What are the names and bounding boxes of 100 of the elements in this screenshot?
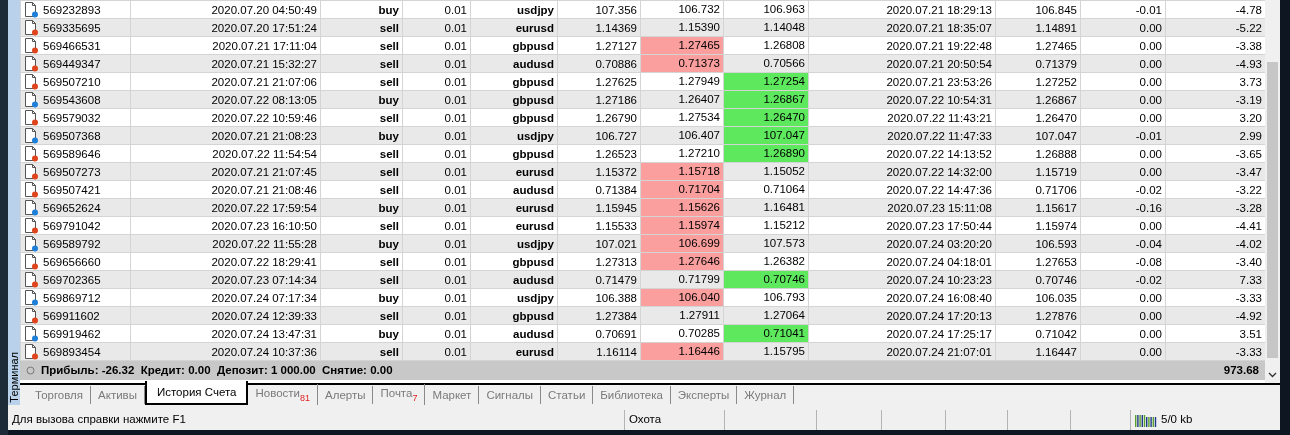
- close-time: 2020.07.24 16:08:40: [808, 288, 996, 307]
- stop-loss: 0.71799: [677, 272, 721, 287]
- panel-tab[interactable]: Алерты: [318, 386, 374, 404]
- stop-loss: 1.15390: [677, 20, 721, 35]
- open-time: 2020.07.22 10:59:46: [130, 108, 321, 127]
- panel-tab[interactable]: Торговля: [28, 386, 92, 404]
- scroll-down-icon[interactable]: [1268, 372, 1277, 378]
- order-type: buy: [320, 324, 403, 343]
- open-price: 1.26790: [557, 108, 641, 127]
- open-price: 1.27127: [557, 36, 641, 55]
- stop-loss: 106.407: [677, 128, 721, 143]
- swap-value: 0.00: [1080, 288, 1166, 307]
- take-profit: 1.26470: [724, 109, 808, 126]
- lot-size: 0.01: [402, 180, 471, 199]
- open-price: 107.356: [557, 0, 641, 19]
- open-price: 1.26523: [557, 144, 641, 163]
- panel-tab[interactable]: Маркет: [425, 386, 480, 404]
- ticket-number: 569589646: [43, 146, 101, 162]
- connection-bars-icon: [1135, 413, 1157, 427]
- symbol-name: gbpusd: [470, 36, 558, 55]
- swap-value: -0.08: [1080, 252, 1166, 271]
- stop-loss: 106.040: [641, 289, 723, 306]
- stop-loss: 1.15718: [641, 163, 723, 180]
- ticket-number: 569507421: [43, 182, 101, 198]
- close-time: 2020.07.22 14:47:36: [808, 180, 996, 199]
- open-time: 2020.07.23 16:10:50: [130, 216, 321, 235]
- ticket-number: 569702365: [43, 272, 101, 288]
- take-profit: 107.573: [762, 236, 806, 251]
- symbol-name: gbpusd: [470, 252, 558, 271]
- stop-loss: 106.699: [641, 235, 723, 252]
- help-hint: Для вызова справки нажмите F1: [12, 412, 186, 428]
- panel-tab[interactable]: Библиотека: [593, 386, 671, 404]
- take-profit: 0.70746: [724, 271, 808, 288]
- close-price: 1.26888: [995, 144, 1081, 163]
- ticket-number: 569466531: [43, 38, 101, 54]
- lot-size: 0.01: [402, 144, 471, 163]
- ticket-number: 569791042: [43, 218, 101, 234]
- close-time: 2020.07.22 11:43:21: [808, 108, 996, 127]
- ticket-number: 569893454: [43, 344, 101, 360]
- order-type: sell: [320, 36, 403, 55]
- lot-size: 0.01: [402, 0, 471, 19]
- open-price: 0.71384: [557, 180, 641, 199]
- take-profit: 1.16481: [762, 200, 806, 215]
- close-price: 1.26470: [995, 108, 1081, 127]
- profile-name: Охота: [629, 412, 662, 428]
- order-type: sell: [320, 108, 403, 127]
- stop-loss: 0.70285: [677, 326, 721, 341]
- stop-loss: 1.27534: [677, 110, 721, 125]
- profit-value: -4.78: [1165, 0, 1265, 19]
- take-profit: 1.26382: [762, 254, 806, 269]
- traffic-counter: 5/0 kb: [1161, 412, 1193, 428]
- panel-tab[interactable]: Эксперты: [670, 386, 738, 404]
- open-time: 2020.07.24 13:47:31: [130, 324, 321, 343]
- ticket-number: 569507273: [43, 164, 101, 180]
- close-price: 106.845: [995, 0, 1081, 19]
- lot-size: 0.01: [402, 252, 471, 271]
- close-price: 1.15974: [995, 216, 1081, 235]
- panel-side-tab[interactable]: Терминал: [8, 352, 20, 403]
- ticket-number: 569652624: [43, 200, 101, 216]
- scroll-thumb[interactable]: [1267, 62, 1278, 358]
- stop-loss: 0.71373: [641, 55, 723, 72]
- take-profit: 106.793: [762, 290, 806, 305]
- swap-value: 0.00: [1080, 144, 1166, 163]
- lot-size: 0.01: [402, 216, 471, 235]
- symbol-name: gbpusd: [470, 72, 558, 91]
- order-type: sell: [320, 252, 403, 271]
- panel-tab[interactable]: Журнал: [737, 386, 795, 404]
- ticket-number: 569232893: [43, 2, 101, 18]
- lot-size: 0.01: [402, 72, 471, 91]
- panel-tab[interactable]: История Счета: [144, 381, 249, 405]
- take-profit: 1.26808: [762, 38, 806, 53]
- stop-loss: 1.15626: [641, 199, 723, 216]
- stop-loss: 1.27465: [641, 37, 723, 54]
- symbol-name: gbpusd: [470, 144, 558, 163]
- stop-loss: 1.27949: [677, 74, 721, 89]
- order-type: buy: [320, 288, 403, 307]
- collapse-icon[interactable]: [26, 366, 35, 375]
- close-time: 2020.07.21 19:22:48: [808, 36, 996, 55]
- stop-loss: 0.71704: [641, 181, 723, 198]
- swap-value: 0.00: [1080, 216, 1166, 235]
- ticket-number: 569579032: [43, 110, 101, 126]
- account-summary: Прибыль: -26.32 Кредит: 0.00 Депозит: 1 000.00 Снятие: 0.00: [41, 362, 393, 378]
- panel-tab[interactable]: Активы: [91, 386, 145, 404]
- panel-tab[interactable]: Сигналы: [479, 386, 542, 404]
- ticket-number: 569335695: [43, 20, 101, 36]
- scrollbar[interactable]: [1265, 0, 1280, 383]
- total-balance: 973.68: [1223, 362, 1259, 378]
- panel-tab[interactable]: Статьи: [541, 386, 594, 404]
- ticket-number: 569919462: [43, 326, 101, 342]
- open-price: 1.15533: [557, 216, 641, 235]
- close-time: 2020.07.22 14:13:52: [808, 144, 996, 163]
- close-price: 106.035: [995, 288, 1081, 307]
- close-price: 1.27465: [995, 36, 1081, 55]
- lot-size: 0.01: [402, 288, 471, 307]
- lot-size: 0.01: [402, 324, 471, 343]
- stop-loss: 1.16446: [641, 343, 723, 360]
- unread-count: 7: [412, 392, 418, 403]
- symbol-name: gbpusd: [470, 108, 558, 127]
- ticket-number: 569449347: [43, 56, 101, 72]
- swap-value: 0.00: [1080, 108, 1166, 127]
